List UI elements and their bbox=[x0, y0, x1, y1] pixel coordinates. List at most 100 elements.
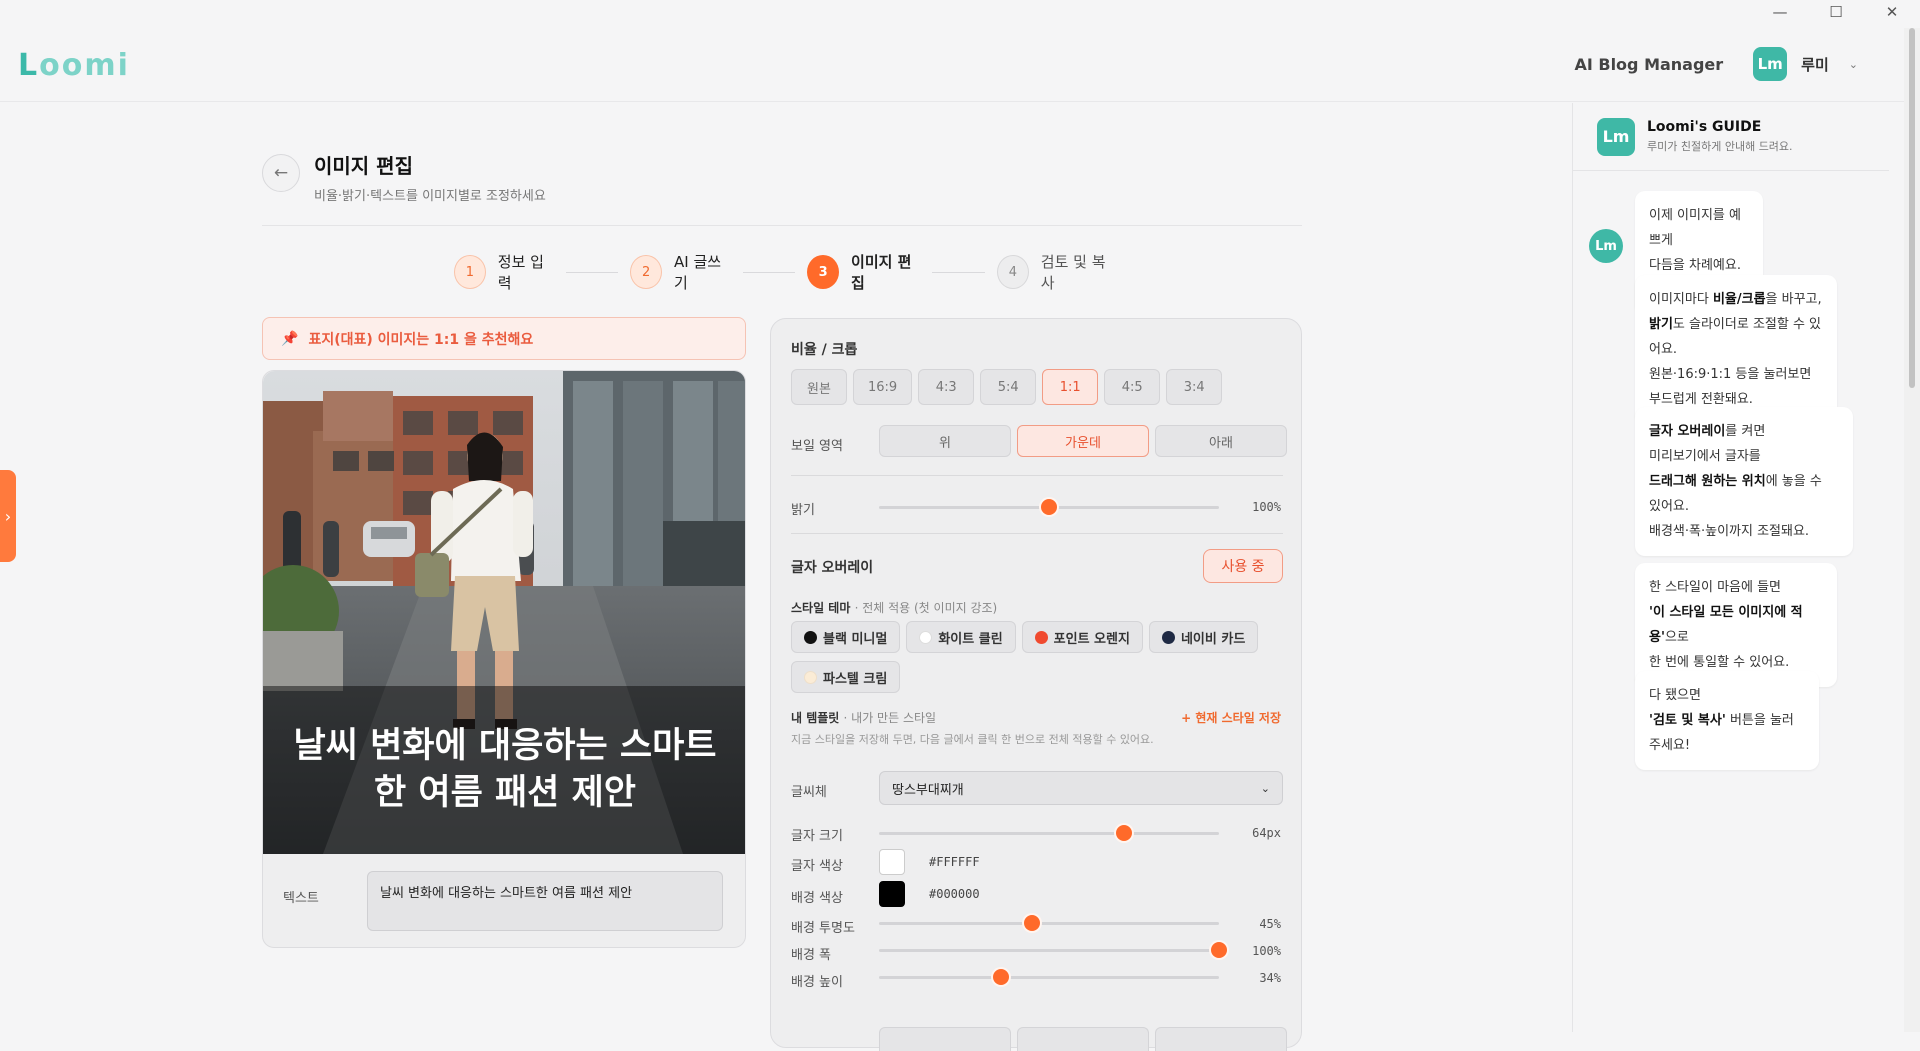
close-icon[interactable]: ✕ bbox=[1864, 0, 1920, 24]
arrow-left-icon: ← bbox=[273, 163, 289, 183]
msg-text: 한 스타일이 마음에 들면 bbox=[1649, 580, 1781, 595]
step-info[interactable]: 1 정보 입력 bbox=[454, 251, 554, 293]
bg-width-slider[interactable] bbox=[879, 942, 1227, 958]
color-dot-icon bbox=[804, 670, 817, 684]
overlay-text[interactable]: 날씨 변화에 대응하는 스마트한 여름 패션 제안 bbox=[263, 686, 745, 854]
ratio-options: 원본 16:9 4:3 5:4 1:1 4:5 3:4 bbox=[791, 369, 1223, 405]
bg-height-slider[interactable] bbox=[879, 969, 1219, 985]
ratio-option[interactable]: 16:9 bbox=[853, 369, 913, 405]
scrollbar-thumb[interactable] bbox=[1909, 28, 1915, 388]
theme-white-clean[interactable]: 화이트 클린 bbox=[906, 621, 1016, 653]
text-field-label: 텍스트 bbox=[283, 891, 319, 906]
page-subtitle: 비율·밝기·텍스트를 이미지별로 조정하세요 bbox=[314, 189, 546, 204]
bg-width-label: 배경 폭 bbox=[791, 948, 832, 963]
brightness-value: 100% bbox=[1252, 500, 1281, 514]
ratio-option[interactable]: 4:3 bbox=[918, 369, 975, 405]
step-number: 3 bbox=[807, 255, 840, 289]
app-header: Loomi AI Blog Manager Lm 루미 ⌄ bbox=[0, 28, 1904, 102]
app-logo[interactable]: Loomi bbox=[18, 48, 130, 83]
msg-text: 배경색·폭·높이까지 조절돼요. bbox=[1649, 524, 1810, 539]
user-avatar[interactable]: Lm bbox=[1753, 47, 1788, 81]
visible-area-center[interactable]: 가운데 bbox=[1017, 425, 1149, 457]
visible-area-bottom[interactable]: 아래 bbox=[1155, 425, 1287, 457]
theme-navy-card[interactable]: 네이비 카드 bbox=[1148, 621, 1259, 653]
slider-knob[interactable] bbox=[1024, 915, 1040, 931]
theme-label: 포인트 오렌지 bbox=[1053, 631, 1130, 647]
guide-avatar: Lm bbox=[1597, 117, 1635, 156]
font-size-label: 글자 크기 bbox=[791, 829, 843, 844]
position-option[interactable] bbox=[879, 1027, 1011, 1051]
step-number: 1 bbox=[454, 255, 486, 289]
header-right: AI Blog Manager Lm 루미 ⌄ bbox=[1574, 47, 1858, 81]
ratio-option-selected[interactable]: 1:1 bbox=[1042, 369, 1099, 405]
msg-text: 에 놓을 수 bbox=[1765, 474, 1822, 489]
ratio-option[interactable]: 원본 bbox=[791, 369, 847, 405]
msg-bold: '검토 및 복사' bbox=[1649, 713, 1726, 728]
ratio-option[interactable]: 3:4 bbox=[1166, 369, 1223, 405]
bg-opacity-label: 배경 투명도 bbox=[791, 921, 855, 936]
theme-label: 블랙 미니멀 bbox=[823, 631, 888, 647]
theme-label: 화이트 클린 bbox=[938, 631, 1003, 647]
step-ai-writing[interactable]: 2 AI 글쓰기 bbox=[630, 251, 730, 293]
text-color-swatch[interactable] bbox=[879, 849, 905, 875]
text-color-label: 글자 색상 bbox=[791, 859, 843, 874]
font-label: 글씨체 bbox=[791, 785, 827, 800]
style-theme-title-text: 스타일 테마 bbox=[791, 601, 851, 615]
user-name[interactable]: 루미 bbox=[1801, 54, 1829, 75]
step-review-copy[interactable]: 4 검토 및 복사 bbox=[996, 251, 1114, 293]
guide-panel: Lm Loomi's GUIDE 루미가 친절하게 안내해 드려요. Lm 이제… bbox=[1572, 103, 1889, 1032]
logo-initial: L bbox=[18, 48, 40, 83]
font-select[interactable]: 땅스부대찌개 ⌄ bbox=[879, 771, 1283, 805]
minimize-icon[interactable]: — bbox=[1752, 0, 1808, 24]
step-label: 정보 입력 bbox=[497, 253, 544, 292]
maximize-icon[interactable]: ☐ bbox=[1808, 0, 1864, 24]
visible-area-top[interactable]: 위 bbox=[879, 425, 1011, 457]
step-image-edit[interactable]: 3 이미지 편집 bbox=[807, 251, 920, 293]
guide-subtitle: 루미가 친절하게 안내해 드려요. bbox=[1647, 140, 1793, 153]
bg-height-value: 34% bbox=[1259, 971, 1281, 985]
bg-color-value: #000000 bbox=[929, 887, 980, 901]
slider-track bbox=[879, 949, 1219, 952]
color-dot-icon bbox=[804, 630, 817, 644]
guide-message: 이미지마다 비율/크롭을 바꾸고, 밝기도 슬라이더로 조절할 수 있어요. 원… bbox=[1635, 275, 1837, 424]
msg-text: 이제 이미지를 예쁘게 bbox=[1649, 208, 1741, 248]
slider-knob[interactable] bbox=[993, 969, 1010, 985]
style-theme-note: · 전체 적용 (첫 이미지 강조) bbox=[854, 601, 998, 615]
slider-knob[interactable] bbox=[1041, 499, 1057, 515]
position-option[interactable] bbox=[1155, 1027, 1287, 1051]
brightness-slider[interactable] bbox=[879, 499, 1219, 515]
color-dot-icon bbox=[1034, 630, 1048, 644]
position-options-partial bbox=[879, 1027, 1287, 1051]
divider bbox=[791, 533, 1283, 534]
back-button[interactable]: ← bbox=[262, 154, 300, 192]
step-label: 검토 및 복사 bbox=[1040, 253, 1106, 292]
save-style-link[interactable]: + 현재 스타일 저장 bbox=[1181, 709, 1281, 726]
chevron-down-icon[interactable]: ⌄ bbox=[1849, 58, 1858, 71]
page-scrollbar[interactable] bbox=[1904, 28, 1920, 1032]
expand-sidebar-tab[interactable]: › bbox=[0, 470, 16, 562]
settings-panel: 비율 / 크롭 원본 16:9 4:3 5:4 1:1 4:5 3:4 보일 영… bbox=[770, 318, 1302, 1051]
guide-message: 한 스타일이 마음에 들면 '이 스타일 모든 이미지에 적용'으로 한 번에 … bbox=[1635, 563, 1837, 687]
ratio-option[interactable]: 4:5 bbox=[1104, 369, 1161, 405]
position-option[interactable] bbox=[1017, 1027, 1149, 1051]
color-dot-icon bbox=[1161, 630, 1175, 644]
slider-knob[interactable] bbox=[1211, 942, 1227, 958]
slider-knob[interactable] bbox=[1115, 825, 1132, 841]
ratio-option[interactable]: 5:4 bbox=[980, 369, 1037, 405]
msg-bold: 밝기 bbox=[1649, 317, 1673, 332]
overlay-section-title: 글자 오버레이 bbox=[791, 560, 874, 576]
overlay-toggle-button[interactable]: 사용 중 bbox=[1203, 549, 1283, 583]
font-size-slider[interactable] bbox=[879, 825, 1219, 841]
theme-pastel-cream[interactable]: 파스텔 크림 bbox=[791, 661, 901, 693]
step-number: 2 bbox=[630, 255, 663, 289]
overlay-text-input[interactable] bbox=[367, 871, 723, 931]
theme-black-minimal[interactable]: 블랙 미니멀 bbox=[791, 621, 901, 653]
guide-message: 다 됐으면 '검토 및 복사' 버튼을 눌러주세요! bbox=[1635, 671, 1819, 770]
bg-color-swatch[interactable] bbox=[879, 881, 905, 907]
font-select-value: 땅스부대찌개 bbox=[892, 782, 964, 798]
window-controls: — ☐ ✕ bbox=[1752, 0, 1920, 24]
text-color-value: #FFFFFF bbox=[929, 855, 980, 869]
bg-opacity-value: 45% bbox=[1259, 917, 1281, 931]
theme-point-orange[interactable]: 포인트 오렌지 bbox=[1021, 621, 1143, 653]
bg-opacity-slider[interactable] bbox=[879, 915, 1219, 931]
